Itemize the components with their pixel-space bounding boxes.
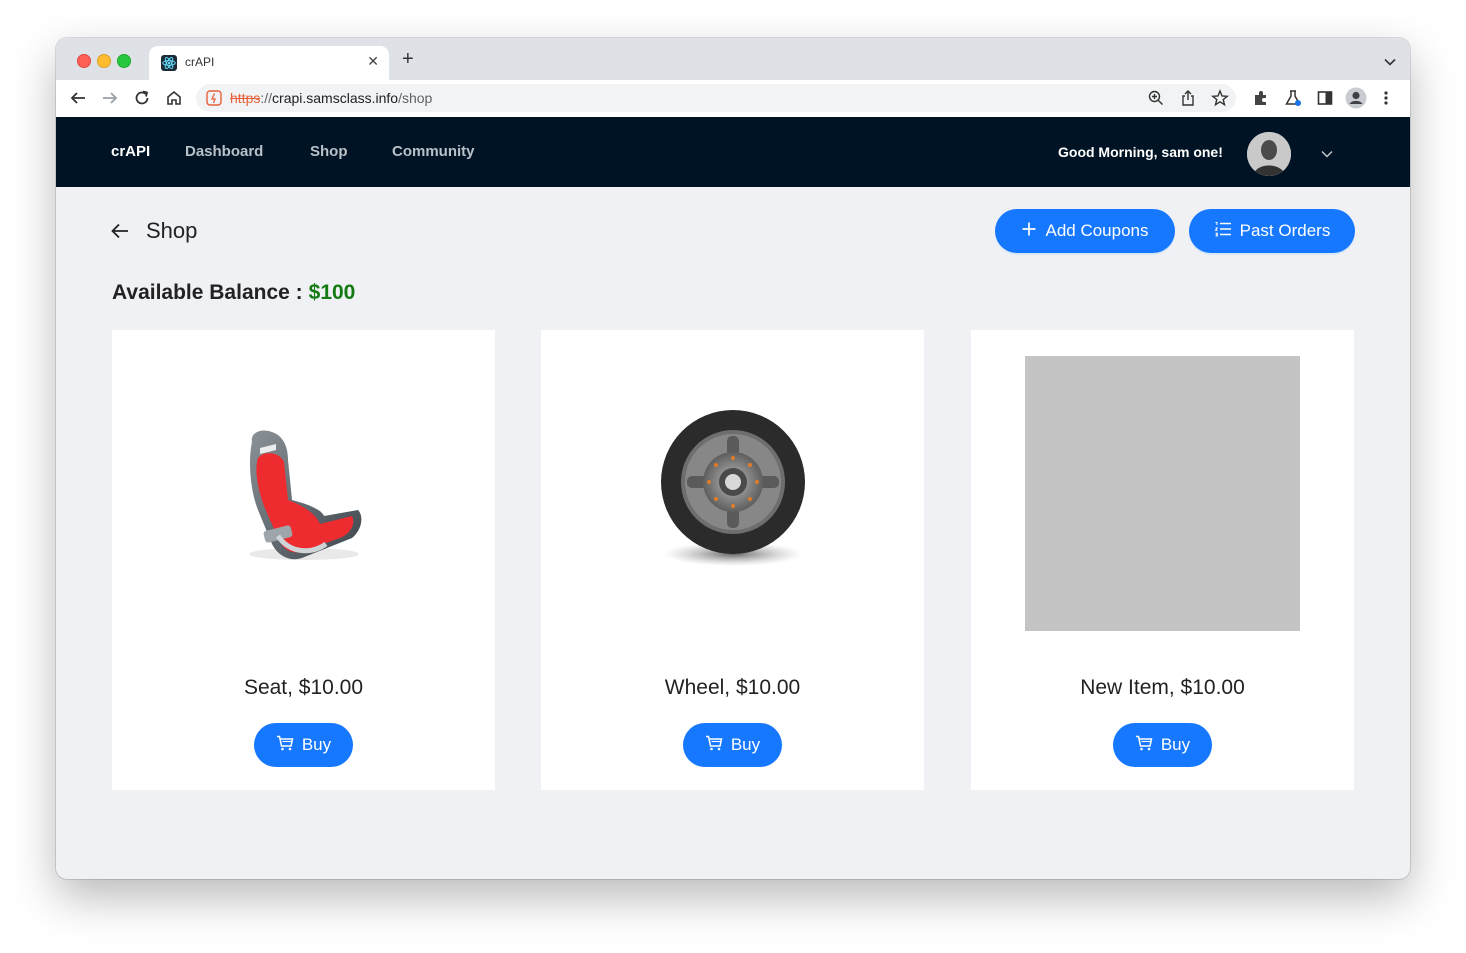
product-card: Wheel, $10.00 Buy [541, 330, 924, 790]
product-card: Seat, $10.00 Buy [112, 330, 495, 790]
buy-label: Buy [301, 735, 332, 754]
brand-logo[interactable]: crAPI [111, 143, 150, 160]
reload-icon[interactable] [133, 89, 151, 112]
add-coupons-button[interactable]: Add Coupons [995, 209, 1175, 253]
minimize-window-button[interactable] [97, 54, 111, 68]
tab-title: crAPI [185, 55, 215, 69]
plus-icon [1021, 221, 1037, 242]
add-coupons-label: Add Coupons [1045, 221, 1149, 240]
ordered-list-icon [1214, 221, 1232, 242]
share-icon[interactable] [1180, 89, 1196, 112]
nav-community[interactable]: Community [392, 143, 475, 160]
new-tab-icon[interactable]: + [402, 49, 414, 69]
shopping-cart-icon [705, 735, 723, 756]
buy-button[interactable]: Buy [683, 723, 782, 767]
page-title: Shop [146, 218, 198, 243]
buy-label: Buy [730, 735, 761, 754]
buy-button[interactable]: Buy [254, 723, 353, 767]
product-card: New Item, $10.00 Buy [971, 330, 1354, 790]
back-icon[interactable] [69, 89, 87, 112]
shopping-cart-icon [276, 735, 294, 756]
product-caption: New Item, $10.00 [1080, 676, 1245, 699]
flask-icon[interactable] [1284, 89, 1302, 112]
close-tab-icon[interactable]: ✕ [367, 53, 379, 70]
more-options-icon[interactable] [1383, 89, 1389, 112]
browser-tab[interactable]: crAPI ✕ [149, 46, 389, 80]
star-icon[interactable] [1210, 89, 1230, 112]
extensions-icon[interactable] [1252, 89, 1270, 112]
buy-button[interactable]: Buy [1113, 723, 1212, 767]
profile-icon[interactable] [1345, 87, 1367, 114]
address-bar[interactable]: https://crapi.samsclass.info/shop [196, 84, 1236, 112]
shop-page: Shop Add Coupons Past Orders Available B… [56, 187, 1410, 879]
avatar[interactable] [1247, 132, 1291, 176]
wheel-image [541, 330, 924, 650]
zoom-icon[interactable] [1148, 90, 1164, 111]
past-orders-button[interactable]: Past Orders [1189, 209, 1355, 253]
balance-amount: $100 [308, 281, 356, 304]
available-balance: Available Balance : $100 [112, 281, 355, 305]
browser-window: crAPI ✕ + https://crapi.samsclass.info/s… [56, 38, 1410, 879]
product-caption: Seat, $10.00 [243, 676, 364, 699]
shopping-cart-icon [1135, 735, 1153, 756]
browser-toolbar: https://crapi.samsclass.info/shop [56, 80, 1410, 118]
nav-shop[interactable]: Shop [310, 143, 348, 160]
tab-strip: crAPI ✕ + [56, 38, 1410, 80]
past-orders-label: Past Orders [1239, 221, 1331, 240]
user-menu-chevron-icon[interactable] [1321, 145, 1333, 163]
greeting-text: Good Morning, sam one! [1058, 144, 1223, 160]
chevron-down-icon[interactable] [1384, 53, 1396, 71]
product-caption: Wheel, $10.00 [664, 676, 801, 699]
back-arrow-icon[interactable] [110, 222, 130, 245]
close-window-button[interactable] [77, 54, 91, 68]
app-header: crAPI Dashboard Shop Community Good Morn… [56, 117, 1410, 187]
home-icon[interactable] [165, 89, 183, 112]
balance-label: Available Balance : [112, 281, 303, 304]
url-text[interactable]: https://crapi.samsclass.info/shop [230, 90, 432, 106]
nav-dashboard[interactable]: Dashboard [185, 143, 263, 160]
forward-icon[interactable] [101, 89, 119, 112]
placeholder-image [1025, 356, 1300, 631]
zoom-window-button[interactable] [117, 54, 131, 68]
react-icon [161, 55, 177, 71]
buy-label: Buy [1160, 735, 1191, 754]
side-panel-icon[interactable] [1316, 89, 1334, 112]
car-seat-image [112, 330, 495, 650]
not-secure-icon[interactable] [206, 89, 222, 112]
